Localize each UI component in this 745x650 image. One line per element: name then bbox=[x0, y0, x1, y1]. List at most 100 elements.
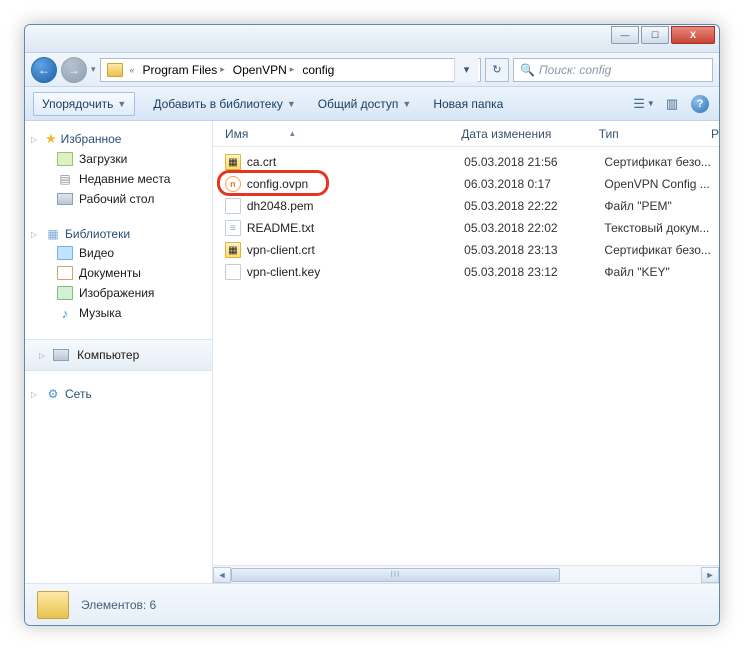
sidebar-item-downloads[interactable]: Загрузки bbox=[31, 149, 212, 169]
explorer-window: — ☐ X ← → ▾ « Program Files▸ OpenVPN▸ co… bbox=[24, 24, 720, 626]
close-button[interactable]: X bbox=[671, 26, 715, 44]
sidebar-libraries[interactable]: ▷▦Библиотеки bbox=[31, 225, 212, 243]
file-row[interactable]: ≡README.txt05.03.2018 22:02Текстовый док… bbox=[225, 217, 719, 239]
minimize-button[interactable]: — bbox=[611, 26, 639, 44]
chevron-right-icon: ▷ bbox=[31, 135, 41, 144]
file-name: ca.crt bbox=[247, 155, 464, 169]
video-icon bbox=[57, 246, 73, 260]
chevron-down-icon: ▼ bbox=[402, 99, 411, 109]
new-folder-button[interactable]: Новая папка bbox=[425, 93, 511, 115]
scroll-track[interactable]: III bbox=[231, 568, 701, 582]
pem-file-icon bbox=[225, 198, 241, 214]
file-type: Файл "KEY" bbox=[604, 265, 719, 279]
sidebar-favorites[interactable]: ▷★Избранное bbox=[31, 129, 212, 149]
sidebar-item-recent[interactable]: ▤Недавние места bbox=[31, 169, 212, 189]
file-type: Сертификат безо... bbox=[604, 243, 719, 257]
chevron-right-icon: ▷ bbox=[31, 390, 41, 399]
help-icon: ? bbox=[691, 95, 709, 113]
file-date: 05.03.2018 22:02 bbox=[464, 221, 604, 235]
crt-file-icon: ▦ bbox=[225, 154, 241, 170]
status-bar: Элементов: 6 bbox=[25, 583, 719, 625]
help-button[interactable]: ? bbox=[689, 93, 711, 115]
maximize-button[interactable]: ☐ bbox=[641, 26, 669, 44]
breadcrumb-seg[interactable]: Program Files▸ bbox=[139, 59, 229, 81]
file-date: 05.03.2018 22:22 bbox=[464, 199, 604, 213]
sidebar-item-video[interactable]: Видео bbox=[31, 243, 212, 263]
folder-icon bbox=[107, 63, 123, 77]
file-panel: Имя▲ Дата изменения Тип Р ▦ca.crt05.03.2… bbox=[213, 121, 719, 583]
toolbar: Упорядочить▼ Добавить в библиотеку▼ Общи… bbox=[25, 87, 719, 121]
chevron-right-icon: ▷ bbox=[39, 351, 45, 360]
back-button[interactable]: ← bbox=[31, 57, 57, 83]
search-placeholder: Поиск: config bbox=[539, 63, 611, 77]
column-name[interactable]: Имя▲ bbox=[225, 127, 461, 141]
key-file-icon bbox=[225, 264, 241, 280]
sidebar-item-documents[interactable]: Документы bbox=[31, 263, 212, 283]
file-list[interactable]: ▦ca.crt05.03.2018 21:56Сертификат безо..… bbox=[213, 147, 719, 565]
file-row[interactable]: ▦ ca.crt05.03.2018 21:56Сертификат безо..… bbox=[225, 151, 719, 173]
preview-pane-button[interactable]: ▥ bbox=[661, 93, 683, 115]
downloads-icon bbox=[57, 152, 73, 166]
file-type: Текстовый докум... bbox=[604, 221, 719, 235]
search-input[interactable]: 🔍 Поиск: config bbox=[513, 58, 713, 82]
chevron-right-icon: ▸ bbox=[290, 64, 295, 75]
file-name: README.txt bbox=[247, 221, 464, 235]
forward-button[interactable]: → bbox=[61, 57, 87, 83]
address-bar[interactable]: « Program Files▸ OpenVPN▸ config ▾ bbox=[100, 58, 481, 82]
horizontal-scrollbar[interactable]: ◄ III ► bbox=[213, 565, 719, 583]
sidebar-item-desktop[interactable]: Рабочий стол bbox=[31, 189, 212, 209]
sidebar-item-music[interactable]: ♪Музыка bbox=[31, 303, 212, 323]
pictures-icon bbox=[57, 286, 73, 300]
sidebar-item-pictures[interactable]: Изображения bbox=[31, 283, 212, 303]
search-icon: 🔍 bbox=[520, 63, 535, 77]
file-date: 05.03.2018 23:13 bbox=[464, 243, 604, 257]
scroll-thumb[interactable]: III bbox=[231, 568, 560, 582]
sort-asc-icon: ▲ bbox=[288, 129, 296, 138]
file-name: vpn-client.crt bbox=[247, 243, 464, 257]
view-options-button[interactable]: ☰▼ bbox=[633, 93, 655, 115]
scroll-right-icon[interactable]: ► bbox=[701, 567, 719, 583]
history-dropdown-icon[interactable]: ▾ bbox=[91, 64, 96, 75]
star-icon: ★ bbox=[45, 131, 57, 147]
file-name: config.ovpn bbox=[247, 177, 464, 191]
column-date[interactable]: Дата изменения bbox=[461, 127, 598, 141]
chevron-down-icon: ▼ bbox=[287, 99, 296, 109]
refresh-button[interactable]: ↻ bbox=[485, 58, 509, 82]
file-type: Сертификат безо... bbox=[604, 155, 719, 169]
organize-button[interactable]: Упорядочить▼ bbox=[33, 92, 135, 116]
chevron-right-icon: « bbox=[130, 65, 135, 75]
file-row[interactable]: n config.ovpn06.03.2018 0:17OpenVPN Confi… bbox=[225, 173, 719, 195]
recent-icon: ▤ bbox=[57, 172, 73, 186]
address-dropdown-icon[interactable]: ▾ bbox=[454, 58, 478, 82]
file-date: 05.03.2018 23:12 bbox=[464, 265, 604, 279]
column-headers: Имя▲ Дата изменения Тип Р bbox=[213, 121, 719, 147]
chevron-down-icon: ▼ bbox=[117, 99, 126, 109]
sidebar: ▷★Избранное Загрузки ▤Недавние места Раб… bbox=[25, 121, 213, 583]
column-size[interactable]: Р bbox=[711, 127, 719, 141]
breadcrumb-seg[interactable]: OpenVPN▸ bbox=[229, 59, 299, 81]
sidebar-item-network[interactable]: ▷⚙Сеть bbox=[31, 385, 212, 403]
share-button[interactable]: Общий доступ▼ bbox=[310, 93, 420, 115]
file-row[interactable]: vpn-client.key05.03.2018 23:12Файл "KEY" bbox=[225, 261, 719, 283]
column-type[interactable]: Тип bbox=[599, 127, 711, 141]
sidebar-item-computer[interactable]: ▷Компьютер bbox=[25, 339, 212, 371]
music-icon: ♪ bbox=[57, 306, 73, 320]
status-items-count: Элементов: 6 bbox=[81, 598, 156, 612]
breadcrumb-seg[interactable]: config bbox=[298, 59, 338, 81]
desktop-icon bbox=[57, 193, 73, 205]
titlebar: — ☐ X bbox=[25, 25, 719, 53]
network-icon: ⚙ bbox=[45, 387, 61, 401]
file-row[interactable]: ▦ vpn-client.crt05.03.2018 23:13Сертифика… bbox=[225, 239, 719, 261]
file-row[interactable]: dh2048.pem05.03.2018 22:22Файл "PEM" bbox=[225, 195, 719, 217]
content-area: ▷★Избранное Загрузки ▤Недавние места Раб… bbox=[25, 121, 719, 583]
ovpn-file-icon: n bbox=[225, 176, 241, 192]
window-controls: — ☐ X bbox=[609, 26, 715, 44]
libraries-icon: ▦ bbox=[45, 227, 61, 241]
file-date: 06.03.2018 0:17 bbox=[464, 177, 604, 191]
crt-file-icon: ▦ bbox=[225, 242, 241, 258]
add-to-library-button[interactable]: Добавить в библиотеку▼ bbox=[145, 93, 303, 115]
scroll-left-icon[interactable]: ◄ bbox=[213, 567, 231, 583]
file-type: OpenVPN Config ... bbox=[604, 177, 719, 191]
file-type: Файл "PEM" bbox=[604, 199, 719, 213]
file-date: 05.03.2018 21:56 bbox=[464, 155, 604, 169]
